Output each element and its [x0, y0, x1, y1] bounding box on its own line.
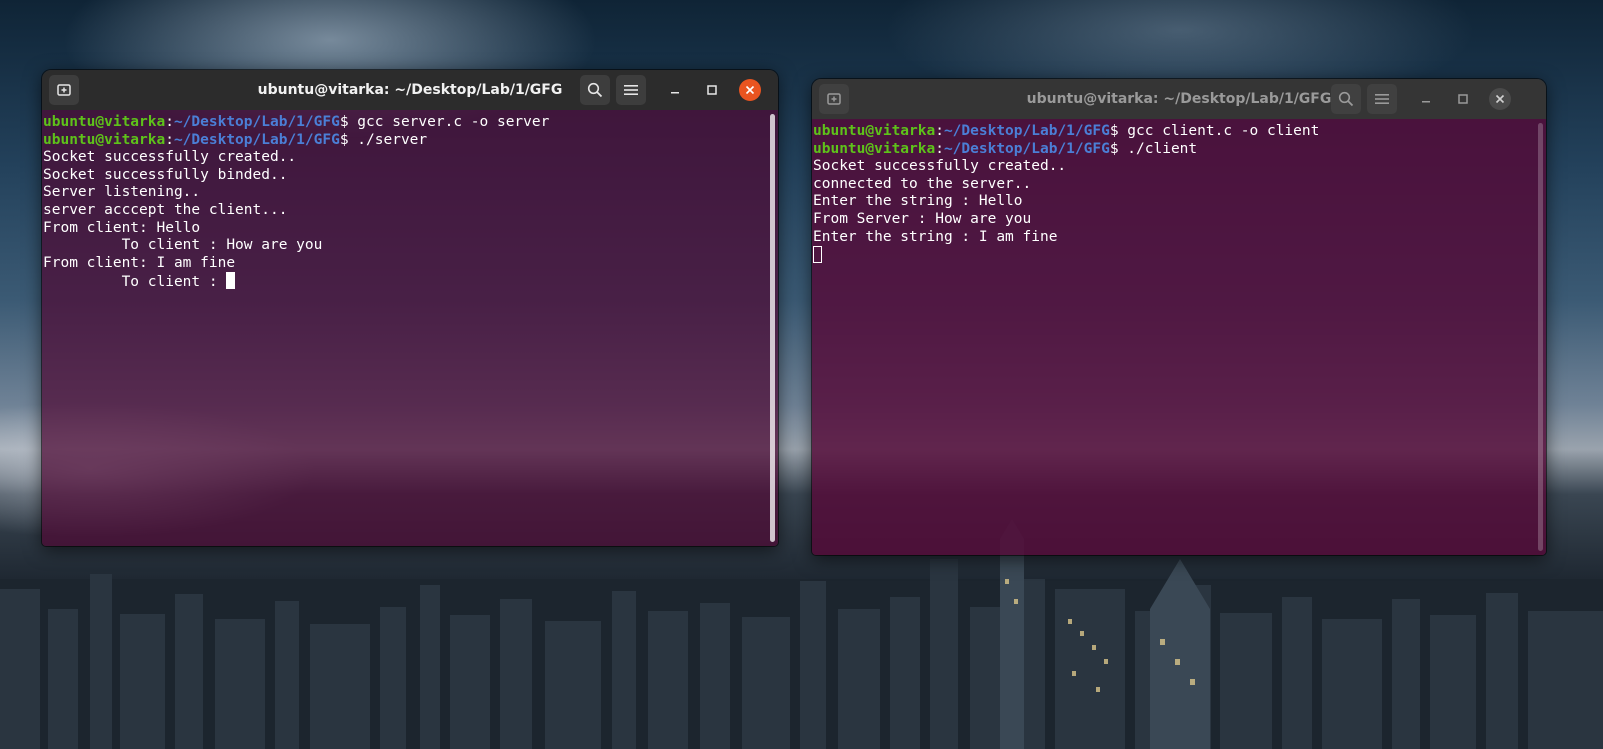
output-line: Enter the string : I am fine [813, 228, 1058, 245]
server-new-tab-button[interactable] [49, 75, 79, 105]
client-minimize-button[interactable] [1415, 88, 1437, 110]
server-maximize-button[interactable] [701, 79, 723, 101]
minimize-icon [670, 85, 680, 95]
server-terminal-area[interactable]: ubuntu@vitarka:~/Desktop/Lab/1/GFG$ gcc … [42, 110, 778, 546]
command-text: ./client [1127, 140, 1198, 157]
output-line: From client: Hello [43, 219, 201, 236]
command-text: gcc client.c -o client [1127, 123, 1320, 139]
prompt-path: ~/Desktop/Lab/1/GFG [943, 123, 1110, 139]
output-line: server acccept the client... [43, 201, 288, 218]
output-line: Socket successfully binded.. [43, 166, 288, 183]
terminal-cursor [813, 246, 822, 264]
prompt-user: ubuntu@vitarka [43, 114, 166, 130]
close-icon [1495, 94, 1505, 104]
search-icon [587, 82, 603, 98]
prompt-line: ubuntu@vitarka:~/Desktop/Lab/1/GFG$ gcc … [43, 114, 764, 132]
client-new-tab-button[interactable] [819, 84, 849, 114]
close-icon [745, 85, 755, 95]
client-search-button[interactable] [1331, 84, 1361, 114]
output-line: Socket successfully created.. [813, 158, 1067, 175]
hamburger-menu-icon [624, 84, 638, 96]
prompt-sep: : [165, 114, 174, 130]
server-scrollbar[interactable] [770, 114, 775, 542]
command-text: ./server [357, 131, 428, 148]
output-line: connected to the server.. [813, 175, 1032, 192]
client-titlebar[interactable]: ubuntu@vitarka: ~/Desktop/Lab/1/GFG [812, 79, 1546, 119]
prompt-user: ubuntu@vitarka [813, 140, 936, 157]
hamburger-menu-icon [1375, 93, 1389, 105]
output-line: Socket successfully created.. [43, 149, 297, 166]
server-close-button[interactable] [739, 79, 761, 101]
server-minimize-button[interactable] [664, 79, 686, 101]
client-terminal-window[interactable]: ubuntu@vitarka: ~/Desktop/Lab/1/GFG ubun… [812, 79, 1546, 555]
server-terminal-window[interactable]: ubuntu@vitarka: ~/Desktop/Lab/1/GFG ubun… [42, 70, 778, 546]
input-line [813, 246, 1532, 264]
maximize-icon [707, 85, 717, 95]
new-tab-icon [827, 92, 841, 106]
client-terminal-output: ubuntu@vitarka:~/Desktop/Lab/1/GFG$ gcc … [813, 123, 1532, 264]
prompt-end: $ [1109, 123, 1128, 139]
client-scrollbar[interactable] [1538, 123, 1543, 551]
prompt-end: $ [339, 131, 358, 148]
output-line: Server listening.. [43, 184, 201, 201]
server-terminal-output: ubuntu@vitarka:~/Desktop/Lab/1/GFG$ gcc … [43, 114, 764, 290]
output-line: To client : How are you [43, 237, 323, 254]
terminal-cursor [226, 272, 236, 290]
prompt-user: ubuntu@vitarka [43, 131, 166, 148]
prompt-end: $ [339, 114, 358, 130]
client-close-button[interactable] [1489, 88, 1511, 110]
input-line: To client : [43, 272, 764, 290]
server-menu-button[interactable] [616, 75, 646, 105]
maximize-icon [1458, 94, 1468, 104]
minimize-icon [1421, 94, 1431, 104]
prompt-path: ~/Desktop/Lab/1/GFG [173, 114, 340, 130]
prompt-sep: : [935, 123, 944, 139]
output-line: Enter the string : Hello [813, 193, 1023, 210]
prompt-path: ~/Desktop/Lab/1/GFG [943, 140, 1110, 157]
client-menu-button[interactable] [1367, 84, 1397, 114]
prompt-path: ~/Desktop/Lab/1/GFG [173, 131, 340, 148]
output-text: To client : [43, 274, 227, 291]
client-terminal-area[interactable]: ubuntu@vitarka:~/Desktop/Lab/1/GFG$ gcc … [812, 119, 1546, 555]
prompt-line: ubuntu@vitarka:~/Desktop/Lab/1/GFG$ gcc … [813, 123, 1532, 141]
output-line: From Server : How are you [813, 210, 1032, 227]
prompt-line: ubuntu@vitarka:~/Desktop/Lab/1/GFG$ ./se… [43, 132, 764, 150]
search-icon [1338, 91, 1354, 107]
prompt-line: ubuntu@vitarka:~/Desktop/Lab/1/GFG$ ./cl… [813, 141, 1532, 159]
prompt-sep: : [165, 131, 174, 148]
prompt-user: ubuntu@vitarka [813, 123, 936, 139]
prompt-sep: : [935, 140, 944, 157]
output-line: From client: I am fine [43, 254, 236, 271]
server-search-button[interactable] [580, 75, 610, 105]
prompt-end: $ [1109, 140, 1128, 157]
client-maximize-button[interactable] [1452, 88, 1474, 110]
command-text: gcc server.c -o server [357, 114, 550, 130]
new-tab-icon [57, 83, 71, 97]
server-titlebar[interactable]: ubuntu@vitarka: ~/Desktop/Lab/1/GFG [42, 70, 778, 110]
